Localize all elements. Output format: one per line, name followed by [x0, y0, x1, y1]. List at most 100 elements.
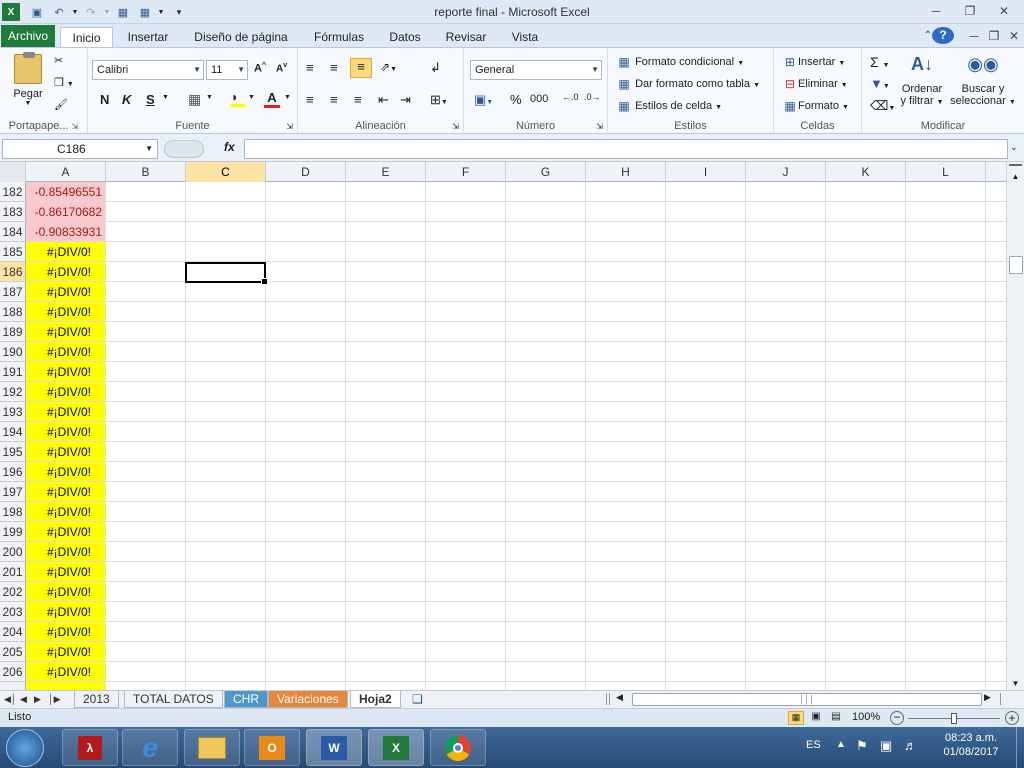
increase-indent-icon[interactable]: ⇥ — [400, 92, 411, 108]
cell-a[interactable]: #¡DIV/0! — [26, 382, 106, 402]
column-header-m[interactable] — [986, 162, 1006, 182]
font-color-icon[interactable]: A — [264, 90, 280, 108]
find-select-button[interactable]: ◉◉ Buscar y seleccionar ▼ — [950, 54, 1016, 107]
row-header[interactable]: 183 — [0, 202, 26, 222]
dialog-launcher-icon[interactable]: ⇲ — [596, 122, 603, 131]
tab-revisar[interactable]: Revisar — [440, 27, 492, 48]
clear-icon[interactable]: ⌫▼ — [870, 98, 895, 114]
shrink-font-icon[interactable]: Av — [276, 62, 287, 74]
sheet-tab-hoja2[interactable]: Hoja2 — [350, 691, 401, 708]
cell-a[interactable]: #¡DIV/0! — [26, 242, 106, 262]
scroll-left-icon[interactable]: ◀ — [616, 692, 623, 703]
column-header-j[interactable]: J — [746, 162, 826, 182]
column-header-e[interactable]: E — [346, 162, 426, 182]
cell-a[interactable]: #¡DIV/0! — [26, 582, 106, 602]
row-header[interactable]: 191 — [0, 362, 26, 382]
format-painter-icon[interactable]: 🖌 — [54, 98, 68, 111]
cell-a[interactable]: #¡DIV/0! — [26, 602, 106, 622]
row-header[interactable]: 185 — [0, 242, 26, 262]
cell-a[interactable]: #¡DIV/0! — [26, 442, 106, 462]
tab-formulas[interactable]: Fórmulas — [306, 27, 372, 48]
show-desktop-button[interactable] — [1016, 727, 1024, 768]
cell-a-partial[interactable] — [26, 682, 106, 690]
row-header-partial[interactable] — [0, 682, 26, 690]
insert-function-button[interactable]: fx — [224, 140, 235, 154]
page-layout-view-icon[interactable]: ▣ — [808, 711, 824, 725]
fill-color-icon[interactable]: ◑ — [230, 90, 246, 107]
column-header-d[interactable]: D — [266, 162, 346, 182]
zoom-out-icon[interactable]: − — [890, 711, 904, 725]
autosum-button[interactable]: Σ ▼ — [870, 54, 889, 70]
prev-sheet-icon[interactable]: ◀ — [18, 691, 29, 708]
workbook-close-icon[interactable]: ✕ — [1000, 27, 1024, 45]
cell-a[interactable]: #¡DIV/0! — [26, 402, 106, 422]
row-header[interactable]: 204 — [0, 622, 26, 642]
select-all-button[interactable] — [0, 162, 26, 182]
row-header[interactable]: 205 — [0, 642, 26, 662]
sheet-tab-chr[interactable]: CHR — [224, 691, 268, 708]
network-icon[interactable]: ▣ — [880, 738, 892, 754]
row-header[interactable]: 196 — [0, 462, 26, 482]
row-header[interactable]: 201 — [0, 562, 26, 582]
row-header[interactable]: 203 — [0, 602, 26, 622]
decrease-indent-icon[interactable]: ⇤ — [378, 92, 389, 108]
column-header-g[interactable]: G — [506, 162, 586, 182]
cell-a[interactable]: #¡DIV/0! — [26, 342, 106, 362]
zoom-slider-thumb[interactable] — [951, 713, 957, 724]
dialog-launcher-icon[interactable]: ⇲ — [72, 122, 79, 131]
insert-sheet-icon[interactable]: ❏ — [404, 691, 431, 708]
dialog-launcher-icon[interactable]: ⇲ — [286, 122, 293, 131]
insert-cells-button[interactable]: ⊞ Insertar ▼ — [782, 54, 845, 70]
align-top-icon[interactable]: ≡ — [306, 60, 314, 75]
row-header[interactable]: 189 — [0, 322, 26, 342]
row-header[interactable]: 199 — [0, 522, 26, 542]
borders-dropdown-icon[interactable]: ▼ — [206, 94, 213, 101]
cell-a[interactable]: #¡DIV/0! — [26, 502, 106, 522]
row-header[interactable]: 202 — [0, 582, 26, 602]
align-center-icon[interactable]: ≡ — [330, 92, 338, 107]
number-format-select[interactable]: General ▼ — [470, 60, 602, 80]
scroll-down-icon[interactable]: ▼ — [1009, 679, 1022, 688]
close-icon[interactable]: ✕ — [990, 2, 1018, 20]
language-indicator[interactable]: ES — [806, 739, 821, 751]
borders-icon[interactable]: ▦ — [188, 91, 201, 108]
fill-icon[interactable]: ▼▼ — [870, 76, 890, 91]
column-header-b[interactable]: B — [106, 162, 186, 182]
next-sheet-icon[interactable]: ▶ — [32, 691, 43, 708]
accounting-format-icon[interactable]: ▣▼ — [474, 92, 493, 108]
cut-icon[interactable]: ✂ — [54, 54, 63, 67]
zoom-level[interactable]: 100% — [852, 711, 880, 723]
cell-a[interactable]: #¡DIV/0! — [26, 302, 106, 322]
help-icon[interactable]: ? — [932, 27, 954, 44]
cell-a[interactable]: #¡DIV/0! — [26, 282, 106, 302]
align-middle-icon[interactable]: ≡ — [330, 60, 338, 75]
tab-diseno-pagina[interactable]: Diseño de página — [188, 27, 294, 48]
minimize-icon[interactable]: ─ — [922, 2, 950, 20]
active-cell[interactable] — [185, 262, 268, 285]
clock[interactable]: 08:23 a.m. 01/08/2017 — [930, 732, 1012, 758]
underline-button[interactable]: S — [146, 92, 155, 107]
expand-formula-bar-icon[interactable]: ⌄ — [1010, 142, 1018, 153]
taskbar-word-icon[interactable]: W — [306, 729, 362, 766]
italic-button[interactable]: K — [122, 92, 131, 107]
paste-button[interactable]: Pegar ▼ — [8, 52, 48, 107]
row-header[interactable]: 206 — [0, 662, 26, 682]
row-header[interactable]: 190 — [0, 342, 26, 362]
row-header[interactable]: 182 — [0, 182, 26, 202]
tab-datos[interactable]: Datos — [382, 27, 428, 48]
first-sheet-icon[interactable]: ◀│ — [2, 691, 19, 708]
cell-a[interactable]: #¡DIV/0! — [26, 522, 106, 542]
row-header[interactable]: 198 — [0, 502, 26, 522]
sheet-tab-2013[interactable]: 2013 — [74, 691, 119, 708]
page-break-view-icon[interactable]: ▤ — [828, 711, 844, 725]
row-header[interactable]: 197 — [0, 482, 26, 502]
zoom-in-icon[interactable]: + — [1005, 711, 1019, 725]
tab-archivo[interactable]: Archivo — [1, 25, 55, 47]
last-sheet-icon[interactable]: │▶ — [46, 691, 63, 708]
underline-dropdown-icon[interactable]: ▼ — [162, 94, 169, 101]
tab-vista[interactable]: Vista — [504, 27, 546, 48]
cell-a[interactable]: #¡DIV/0! — [26, 462, 106, 482]
tab-inicio[interactable]: Inicio — [60, 27, 113, 48]
taskbar-acrobat-icon[interactable]: λ — [62, 729, 118, 766]
font-size-select[interactable]: 11 ▼ — [206, 60, 248, 80]
